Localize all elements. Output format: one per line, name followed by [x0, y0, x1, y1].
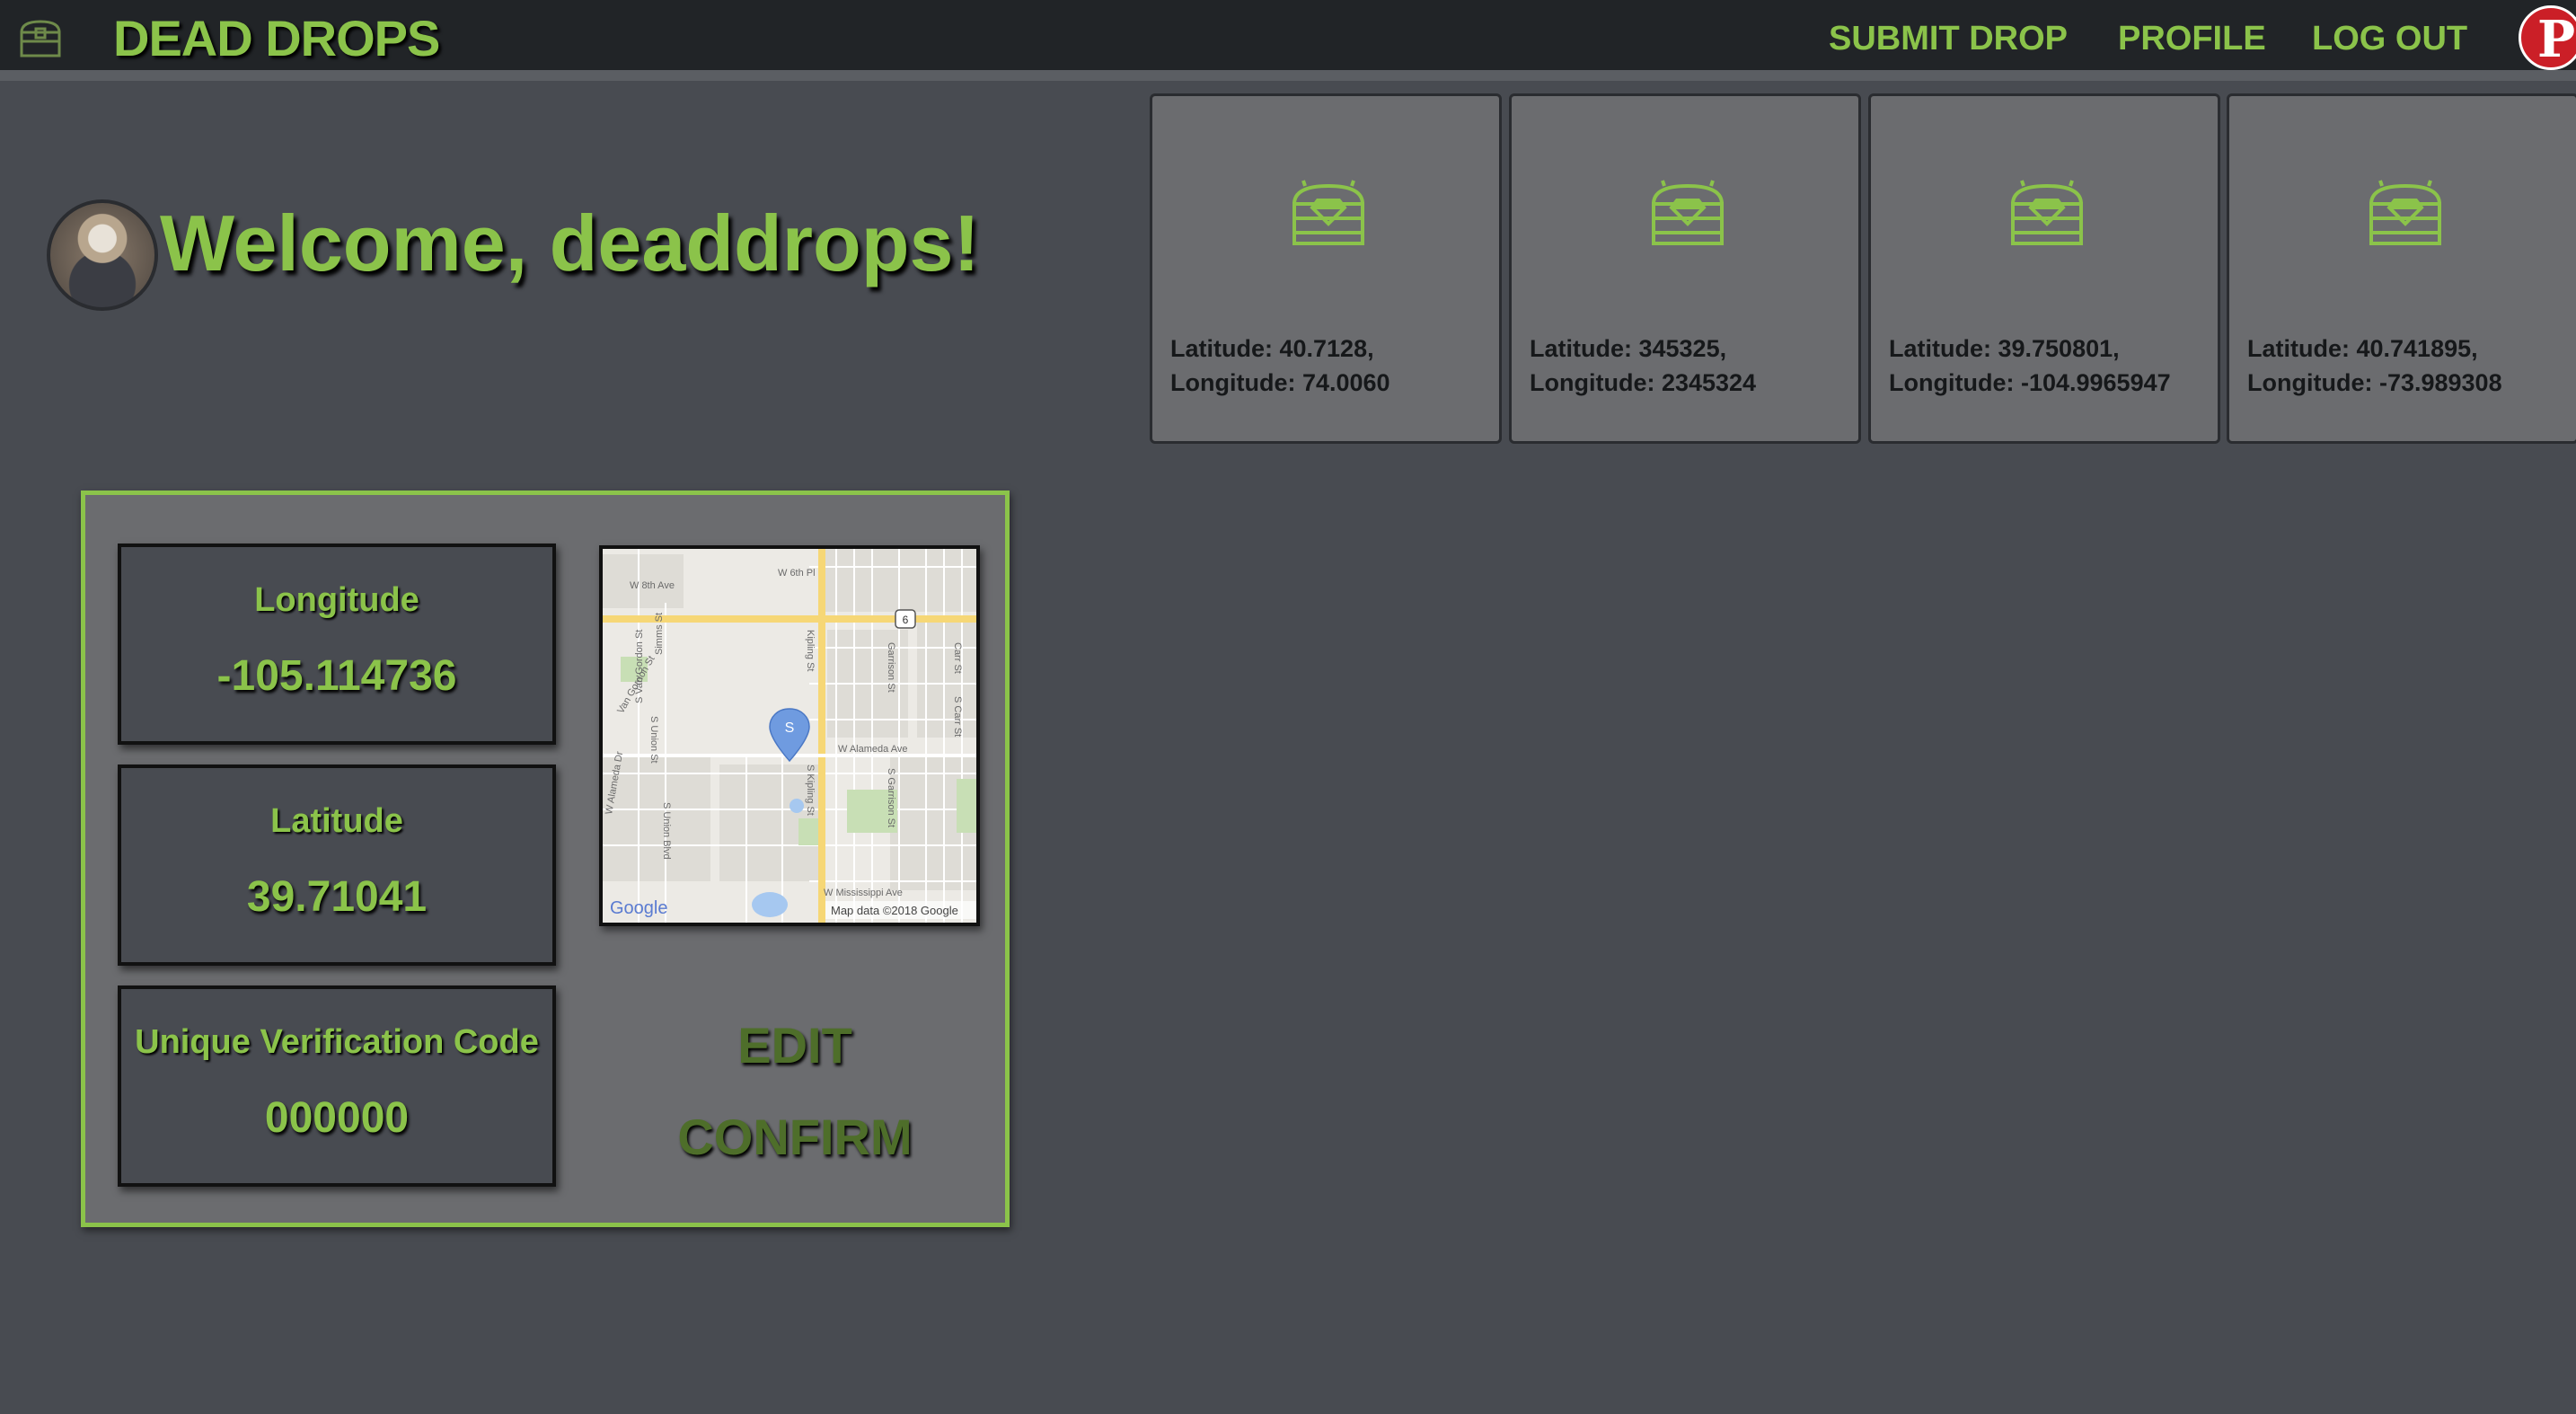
street-label: Garrison St — [886, 642, 896, 693]
street-label: S Van Gordon St — [634, 630, 645, 703]
street-label: Kipling St — [805, 630, 816, 671]
nav-log-out[interactable]: LOG OUT — [2312, 20, 2467, 58]
drop-latitude: Latitude: 345325, — [1530, 335, 1727, 362]
street-label: Carr St — [952, 642, 963, 674]
map-attribution[interactable]: Map data ©2018 Google — [831, 904, 958, 917]
welcome-heading: Welcome, deaddrops! — [160, 199, 980, 287]
street-label: W Mississippi Ave — [824, 888, 903, 898]
verification-code-box: Unique Verification Code 000000 — [118, 985, 556, 1187]
treasure-chest-icon[interactable] — [16, 14, 65, 63]
latitude-value: 39.71041 — [246, 873, 428, 921]
navbar: DEAD DROPS SUBMIT DROP PROFILE LOG OUT P — [0, 0, 2576, 81]
nav-submit-drop[interactable]: SUBMIT DROP — [1829, 20, 2068, 58]
drop-coordinates: Latitude: 40.741895, Longitude: -73.98930… — [2247, 331, 2567, 400]
confirm-button[interactable]: CONFIRM — [606, 1108, 984, 1166]
edit-button[interactable]: EDIT — [606, 1016, 984, 1074]
street-label: W Alameda Ave — [838, 744, 907, 755]
treasure-chest-icon — [1292, 180, 1365, 245]
drop-coordinates: Latitude: 40.7128, Longitude: 74.0060 — [1170, 331, 1490, 400]
drop-coordinates: Latitude: 39.750801, Longitude: -104.9965… — [1889, 331, 2209, 400]
drop-card[interactable]: Latitude: 40.741895, Longitude: -73.98930… — [2227, 93, 2576, 444]
street-label: W 6th Pl — [778, 568, 816, 579]
avatar — [47, 199, 158, 311]
street-label: S Kipling St — [805, 764, 816, 816]
route-shield-label: 6 — [903, 614, 909, 626]
longitude-box: Longitude -105.114736 — [118, 544, 556, 745]
street-label: S Carr St — [952, 696, 963, 737]
street-label: S Union Blvd — [661, 802, 672, 860]
street-label: S Union St — [648, 716, 659, 764]
latitude-label: Latitude — [270, 802, 403, 840]
drop-latitude: Latitude: 40.7128, — [1170, 335, 1374, 362]
verification-code-label: Unique Verification Code — [135, 1023, 539, 1061]
google-logo: Google — [610, 898, 668, 918]
drop-longitude: Longitude: 74.0060 — [1170, 369, 1390, 396]
verification-code-value: 000000 — [264, 1094, 410, 1142]
pinterest-icon[interactable]: P — [2519, 5, 2576, 70]
drop-latitude: Latitude: 39.750801, — [1889, 335, 2120, 362]
drop-longitude: Longitude: -73.989308 — [2247, 369, 2502, 396]
drop-submission-panel: Longitude -105.114736 Latitude 39.71041 … — [81, 490, 1010, 1227]
treasure-chest-icon — [1651, 180, 1725, 245]
map-marker-label: S — [785, 720, 795, 736]
drop-longitude: Longitude: -104.9965947 — [1889, 369, 2171, 396]
longitude-value: -105.114736 — [216, 652, 457, 700]
latitude-box: Latitude 39.71041 — [118, 764, 556, 966]
brand-title[interactable]: DEAD DROPS — [113, 9, 440, 67]
street-label: Simms St — [654, 613, 665, 655]
location-map[interactable]: 6 W 8th Ave W 6th Pl W Alameda Ave W Mis… — [599, 545, 980, 926]
treasure-chest-icon — [2369, 180, 2442, 245]
nav-profile[interactable]: PROFILE — [2118, 20, 2266, 58]
street-label: W 8th Ave — [630, 580, 675, 591]
treasure-chest-icon — [2010, 180, 2084, 245]
drop-coordinates: Latitude: 345325, Longitude: 2345324 — [1530, 331, 1849, 400]
street-label: S Garrison St — [886, 768, 896, 827]
longitude-label: Longitude — [254, 581, 419, 619]
drop-latitude: Latitude: 40.741895, — [2247, 335, 2478, 362]
drop-longitude: Longitude: 2345324 — [1530, 369, 1757, 396]
drop-card[interactable]: Latitude: 40.7128, Longitude: 74.0060 — [1150, 93, 1502, 444]
drop-card[interactable]: Latitude: 345325, Longitude: 2345324 — [1509, 93, 1861, 444]
map-canvas[interactable]: 6 W 8th Ave W 6th Pl W Alameda Ave W Mis… — [603, 549, 976, 923]
drop-card[interactable]: Latitude: 39.750801, Longitude: -104.9965… — [1868, 93, 2220, 444]
